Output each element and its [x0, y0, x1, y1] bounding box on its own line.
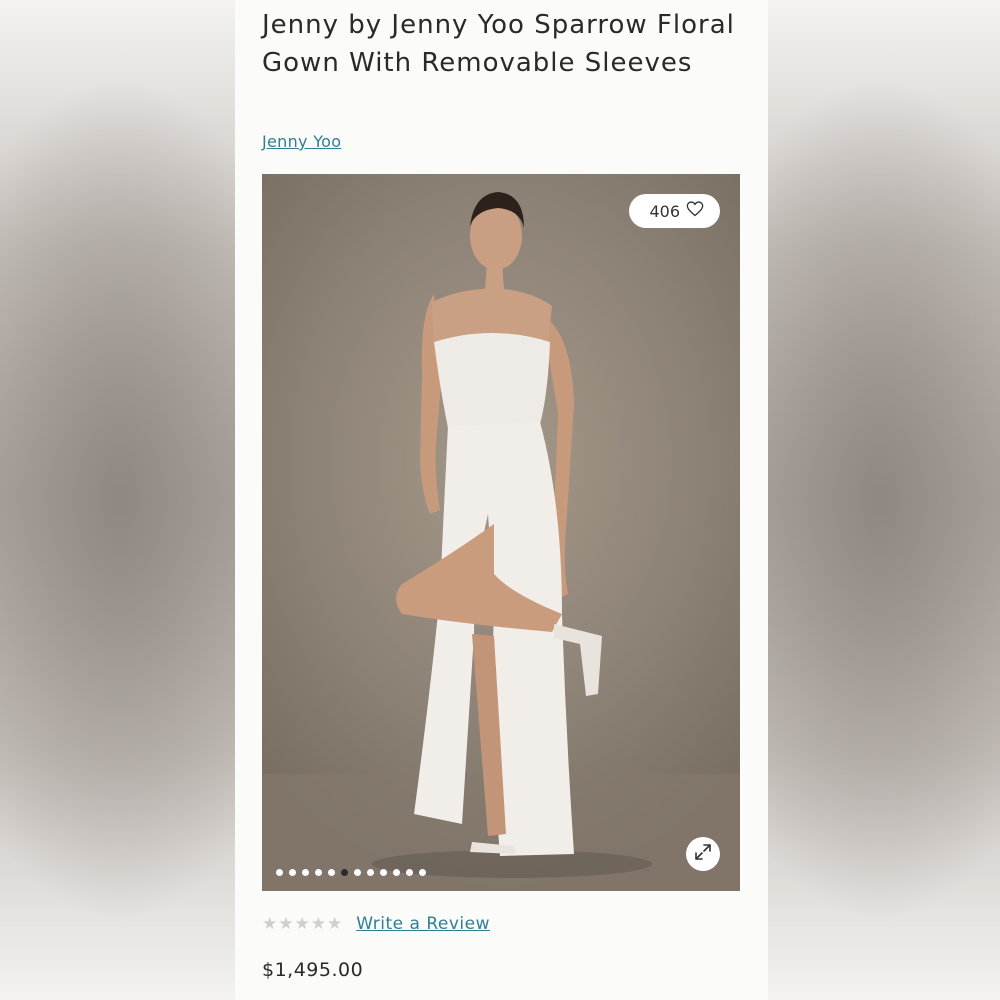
write-review-link[interactable]: Write a Review — [356, 914, 490, 934]
star-icon: ★ — [262, 914, 278, 934]
carousel-dot[interactable] — [315, 869, 322, 876]
star-icon: ★ — [294, 914, 310, 934]
carousel-dot[interactable] — [406, 869, 413, 876]
heart-icon — [686, 201, 704, 221]
carousel-dot[interactable] — [328, 869, 335, 876]
expand-arrows-icon — [694, 843, 712, 865]
expand-image-button[interactable] — [686, 837, 720, 871]
carousel-dot[interactable] — [380, 869, 387, 876]
carousel-dot[interactable] — [419, 869, 426, 876]
product-image-gallery[interactable]: 406 — [262, 174, 740, 891]
carousel-pagination — [276, 869, 426, 876]
carousel-dot[interactable] — [341, 869, 348, 876]
star-icon: ★ — [327, 914, 343, 934]
carousel-dot[interactable] — [367, 869, 374, 876]
carousel-dot[interactable] — [354, 869, 361, 876]
star-icon: ★ — [278, 914, 294, 934]
product-price: $1,495.00 — [262, 959, 364, 981]
carousel-dot[interactable] — [393, 869, 400, 876]
brand-link[interactable]: Jenny Yoo — [262, 132, 341, 151]
product-title: Jenny by Jenny Yoo Sparrow Floral Gown W… — [262, 10, 735, 78]
carousel-dot[interactable] — [302, 869, 309, 876]
carousel-dot[interactable] — [289, 869, 296, 876]
carousel-dot[interactable] — [276, 869, 283, 876]
star-icon: ★ — [310, 914, 326, 934]
star-rating: ★ ★ ★ ★ ★ — [262, 914, 342, 934]
like-count-button[interactable]: 406 — [629, 194, 720, 228]
rating-row: ★ ★ ★ ★ ★ Write a Review — [262, 914, 490, 934]
like-count: 406 — [649, 201, 680, 221]
product-photo — [262, 192, 740, 891]
product-panel: Jenny by Jenny Yoo Sparrow Floral Gown W… — [235, 0, 768, 1000]
